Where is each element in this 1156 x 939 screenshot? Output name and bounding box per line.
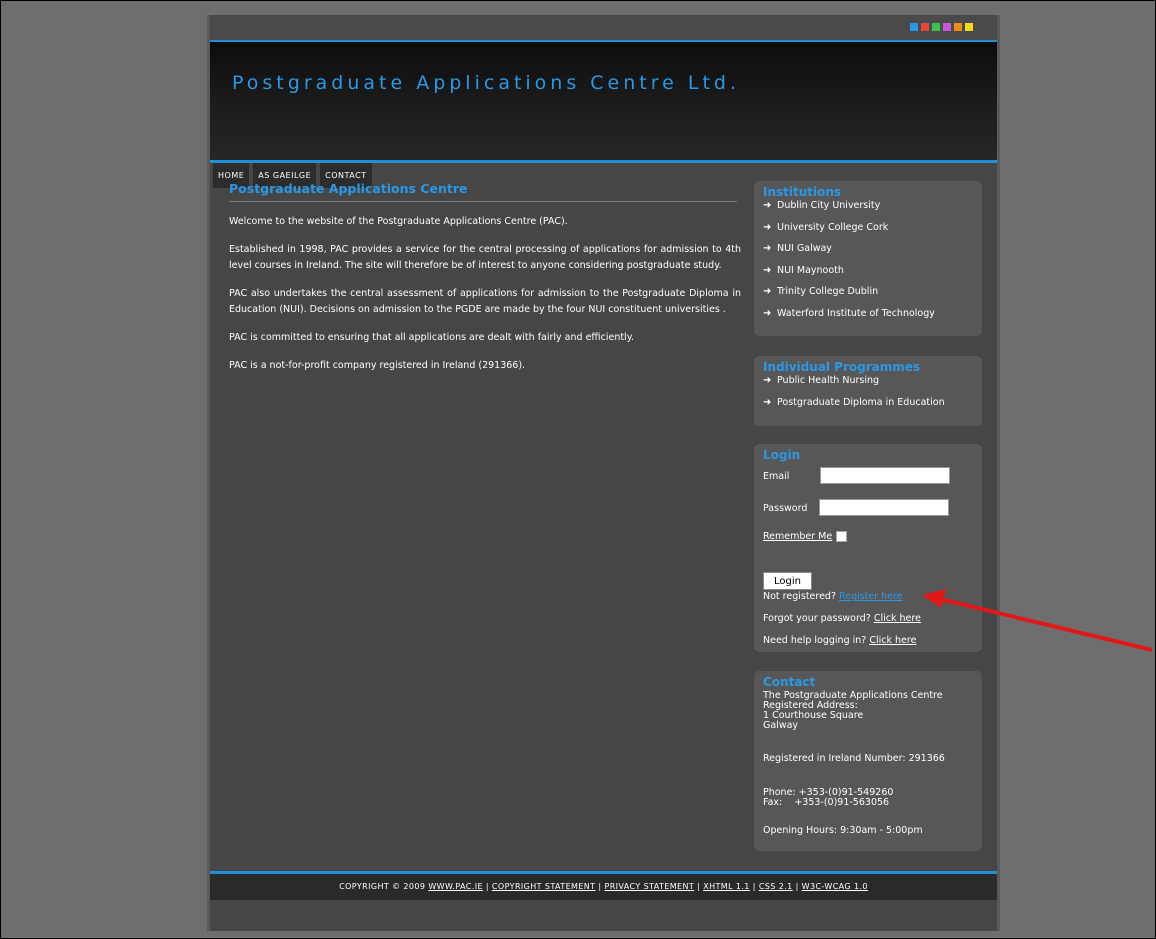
annotation-arrow bbox=[922, 589, 1153, 652]
annotation-arrow-head bbox=[922, 589, 946, 608]
annotation-arrow-line bbox=[935, 596, 1153, 652]
